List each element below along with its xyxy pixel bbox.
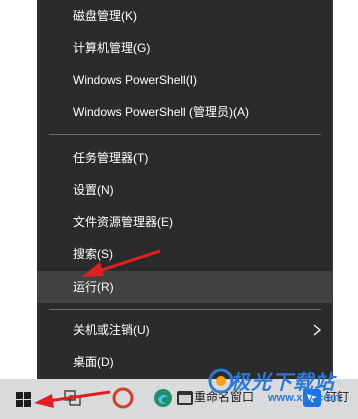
watermark-text: 极光下载站 [230, 372, 335, 394]
windows-start-icon [16, 392, 31, 407]
menu-item-powershell-admin[interactable]: Windows PowerShell (管理员)(A) [37, 96, 332, 128]
menu-item-label: 关机或注销(U) [73, 323, 150, 337]
menu-item-search[interactable]: 搜索(S) [37, 238, 332, 270]
menu-separator [49, 134, 321, 135]
menu-item-shutdown-signout[interactable]: 关机或注销(U) [37, 314, 332, 346]
menu-item-settings[interactable]: 设置(N) [37, 174, 332, 206]
menu-item-run[interactable]: 运行(R) [37, 271, 332, 303]
menu-item-computer-management[interactable]: 计算机管理(G) [37, 32, 332, 64]
task-view-icon[interactable] [62, 387, 84, 409]
chevron-right-icon [313, 324, 322, 336]
watermark-url: www.xz7.com [268, 392, 340, 404]
start-button[interactable] [0, 379, 48, 419]
app-window-icon [177, 391, 193, 405]
menu-item-disk-management[interactable]: 磁盘管理(K) [37, 0, 332, 32]
menu-separator [49, 309, 321, 310]
menu-item-task-manager[interactable]: 任务管理器(T) [37, 142, 332, 174]
app-icon-red[interactable] [112, 387, 134, 409]
edge-browser-icon[interactable] [152, 387, 174, 409]
menu-item-powershell[interactable]: Windows PowerShell(I) [37, 64, 332, 96]
winx-context-menu: 磁盘管理(K) 计算机管理(G) Windows PowerShell(I) W… [37, 0, 333, 379]
menu-item-file-explorer[interactable]: 文件资源管理器(E) [37, 206, 332, 238]
